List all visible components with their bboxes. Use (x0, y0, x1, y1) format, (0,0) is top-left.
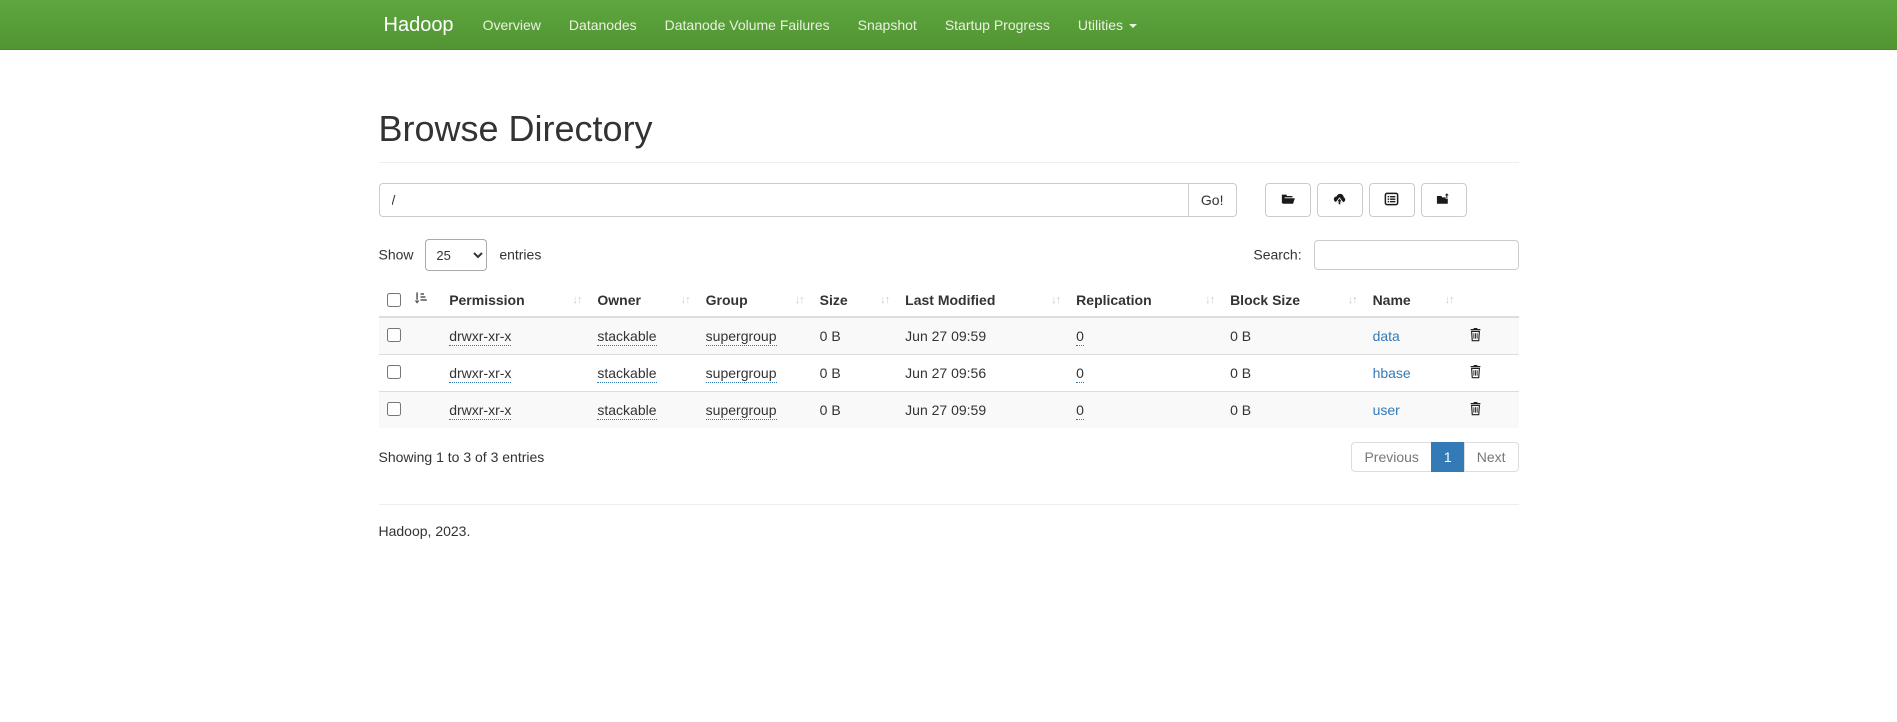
path-input[interactable] (379, 183, 1188, 217)
pagination: Previous 1 Next (1352, 442, 1518, 472)
directory-table: Permission↓↑ Owner↓↑ Group↓↑ Size↓↑ Last… (379, 283, 1519, 428)
owner-value[interactable]: stackable (597, 402, 656, 420)
nav-datanode-volume-failures[interactable]: Datanode Volume Failures (651, 2, 844, 48)
block-size-value: 0 B (1222, 392, 1365, 429)
size-value: 0 B (812, 317, 898, 355)
folder-move-icon (1435, 192, 1452, 209)
table-row: drwxr-xr-x stackable supergroup 0 B Jun … (379, 317, 1519, 355)
sort-icons: ↓↑ (1051, 292, 1060, 306)
column-header-group[interactable]: Group↓↑ (698, 283, 812, 317)
sort-icons: ↓↑ (1348, 292, 1357, 306)
footer-text: Hadoop, 2023. (379, 523, 1519, 539)
group-value[interactable]: supergroup (706, 328, 777, 346)
table-row: drwxr-xr-x stackable supergroup 0 B Jun … (379, 392, 1519, 429)
block-size-value: 0 B (1222, 317, 1365, 355)
owner-value[interactable]: stackable (597, 328, 656, 346)
upload-files-button[interactable] (1317, 183, 1363, 217)
column-header-block-size[interactable]: Block Size↓↑ (1222, 283, 1365, 317)
pagination-next[interactable]: Next (1464, 442, 1519, 472)
row-checkbox[interactable] (387, 402, 401, 416)
caret-down-icon (1129, 24, 1137, 28)
table-body: drwxr-xr-x stackable supergroup 0 B Jun … (379, 317, 1519, 428)
table-info: Showing 1 to 3 of 3 entries (379, 449, 545, 465)
search-input[interactable] (1314, 240, 1519, 270)
create-directory-button[interactable] (1265, 183, 1311, 217)
replication-value[interactable]: 0 (1076, 402, 1084, 420)
permission-value[interactable]: drwxr-xr-x (449, 402, 511, 420)
nav-menu: Overview Datanodes Datanode Volume Failu… (469, 2, 1151, 48)
move-paste-button[interactable] (1421, 183, 1467, 217)
nav-startup-progress[interactable]: Startup Progress (931, 2, 1064, 48)
search-label: Search: (1253, 247, 1301, 263)
path-input-group: Go! (379, 183, 1237, 217)
column-header-permission[interactable]: Permission↓↑ (441, 283, 589, 317)
header-select-all (379, 283, 442, 317)
column-header-replication[interactable]: Replication↓↑ (1068, 283, 1222, 317)
owner-value[interactable]: stackable (597, 365, 656, 383)
trash-icon[interactable] (1469, 401, 1482, 419)
entries-label: entries (499, 247, 541, 263)
page-length-control: Show 25 entries (379, 239, 542, 271)
trash-icon[interactable] (1469, 364, 1482, 382)
page-length-select[interactable]: 25 (425, 239, 487, 271)
directory-link[interactable]: hbase (1373, 365, 1411, 381)
column-header-owner[interactable]: Owner↓↑ (589, 283, 697, 317)
column-header-name[interactable]: Name↓↑ (1365, 283, 1462, 317)
group-value[interactable]: supergroup (706, 365, 777, 383)
page-header: Browse Directory (379, 108, 1519, 163)
column-header-actions (1461, 283, 1518, 317)
permission-value[interactable]: drwxr-xr-x (449, 365, 511, 383)
pagination-previous[interactable]: Previous (1351, 442, 1431, 472)
go-button[interactable]: Go! (1188, 183, 1237, 217)
nav-utilities-dropdown[interactable]: Utilities (1064, 2, 1151, 48)
size-value: 0 B (812, 392, 898, 429)
search-control: Search: (1253, 240, 1518, 270)
select-all-checkbox[interactable] (387, 293, 401, 307)
file-action-buttons (1265, 183, 1473, 217)
directory-link[interactable]: data (1373, 328, 1400, 344)
nav-snapshot[interactable]: Snapshot (844, 2, 931, 48)
sort-icons: ↓↑ (1444, 292, 1453, 306)
permission-value[interactable]: drwxr-xr-x (449, 328, 511, 346)
directory-link[interactable]: user (1373, 402, 1400, 418)
sort-icons: ↓↑ (795, 292, 804, 306)
sort-icons: ↓↑ (572, 292, 581, 306)
modified-value: Jun 27 09:59 (897, 392, 1068, 429)
show-label: Show (379, 247, 414, 263)
footer-divider (379, 504, 1519, 505)
sort-ascending-icon[interactable] (413, 291, 427, 308)
folder-open-icon (1280, 192, 1296, 209)
nav-datanodes[interactable]: Datanodes (555, 2, 651, 48)
column-header-last-modified[interactable]: Last Modified↓↑ (897, 283, 1068, 317)
row-checkbox[interactable] (387, 365, 401, 379)
brand-hadoop[interactable]: Hadoop (379, 14, 469, 37)
nav-overview[interactable]: Overview (469, 2, 555, 48)
modified-value: Jun 27 09:56 (897, 355, 1068, 392)
replication-value[interactable]: 0 (1076, 365, 1084, 383)
group-value[interactable]: supergroup (706, 402, 777, 420)
replication-value[interactable]: 0 (1076, 328, 1084, 346)
cloud-upload-icon (1331, 192, 1348, 209)
page-title: Browse Directory (379, 108, 1519, 150)
navbar: Hadoop Overview Datanodes Datanode Volum… (0, 0, 1897, 50)
table-row: drwxr-xr-x stackable supergroup 0 B Jun … (379, 355, 1519, 392)
sort-icons: ↓↑ (681, 292, 690, 306)
size-value: 0 B (812, 355, 898, 392)
trash-icon[interactable] (1469, 327, 1482, 345)
modified-value: Jun 27 09:59 (897, 317, 1068, 355)
file-details-button[interactable] (1369, 183, 1415, 217)
sort-icons: ↓↑ (1205, 292, 1214, 306)
sort-icons: ↓↑ (880, 292, 889, 306)
row-checkbox[interactable] (387, 328, 401, 342)
column-header-size[interactable]: Size↓↑ (812, 283, 898, 317)
list-alt-icon (1384, 192, 1399, 209)
pagination-page-1[interactable]: 1 (1431, 442, 1465, 472)
block-size-value: 0 B (1222, 355, 1365, 392)
